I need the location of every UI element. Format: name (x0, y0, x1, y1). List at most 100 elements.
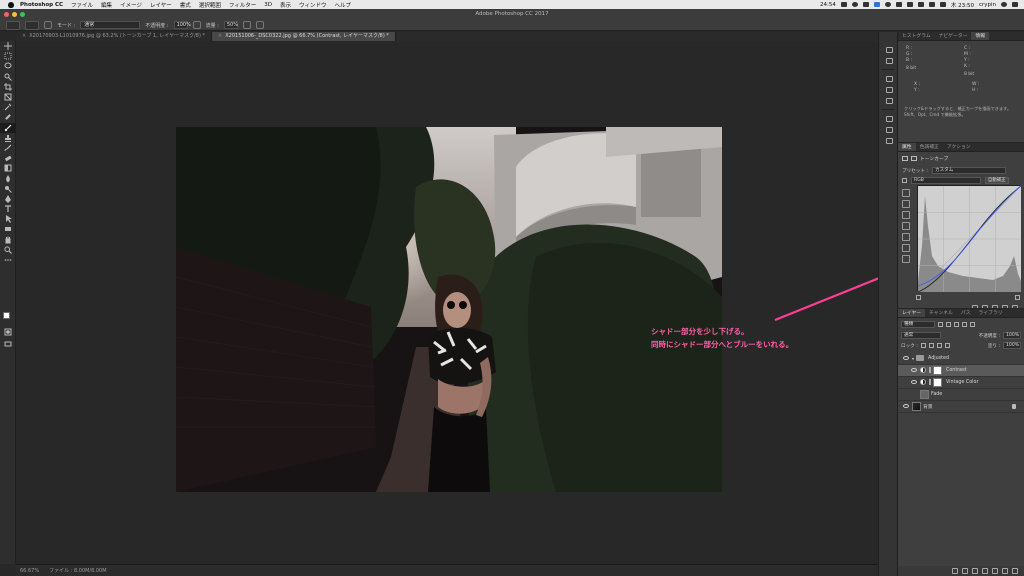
black-slider-icon[interactable] (916, 295, 921, 300)
new-group-icon[interactable] (992, 568, 998, 574)
on-image-adjust-icon[interactable] (902, 189, 910, 197)
mode-select[interactable]: 通常 (80, 21, 141, 29)
foreground-color-swatch[interactable] (3, 312, 10, 319)
doc-tab-2[interactable]: × X20151006-_DSC0322.jpg @ 66.7% (Contra… (212, 32, 396, 41)
history-panel-button[interactable] (879, 44, 899, 55)
target-adjust-icon[interactable] (902, 178, 907, 183)
white-point-eyedropper-icon[interactable] (902, 222, 910, 230)
blur-tool[interactable] (0, 173, 16, 183)
visibility-eye-icon[interactable] (903, 404, 909, 409)
shape-tool[interactable] (0, 224, 16, 234)
filter-shape-icon[interactable] (962, 322, 967, 327)
tool-presets-button[interactable] (879, 84, 899, 95)
auto-button[interactable]: 自動補正 (985, 177, 1009, 184)
gradient-tool[interactable] (0, 163, 16, 173)
character-panel-button[interactable] (879, 113, 899, 124)
tab-adjustments[interactable]: 色調補正 (916, 143, 943, 151)
dropbox-icon[interactable] (873, 2, 880, 7)
pressure-opacity-icon[interactable] (192, 21, 201, 29)
menu-edit[interactable]: 編集 (101, 1, 112, 9)
filter-adjustment-icon[interactable] (946, 322, 951, 327)
eyedropper-tool[interactable] (0, 102, 16, 112)
clone-stamp-tool[interactable] (0, 133, 16, 143)
preset-select[interactable]: カスタム (931, 167, 1006, 174)
pen-tool[interactable] (0, 194, 16, 204)
sync-icon[interactable] (851, 2, 858, 7)
cloud-icon[interactable] (840, 2, 847, 7)
channel-select[interactable]: RGB (911, 177, 981, 184)
notification-center-icon[interactable] (1012, 2, 1018, 7)
quick-mask-button[interactable] (0, 327, 16, 337)
volume-icon[interactable] (917, 2, 924, 7)
eraser-tool[interactable] (0, 153, 16, 163)
close-tab-icon[interactable]: × (218, 32, 222, 41)
frame-tool[interactable] (0, 92, 16, 102)
crop-tool[interactable] (0, 82, 16, 92)
tab-libraries[interactable]: ライブラリ (975, 309, 1007, 317)
layer-mask-thumbnail[interactable] (933, 365, 942, 375)
curves-graph[interactable] (917, 185, 1022, 293)
lock-transparent-icon[interactable] (920, 343, 926, 348)
more-tools[interactable] (0, 255, 16, 265)
visibility-eye-icon[interactable] (911, 392, 917, 396)
bluetooth-icon[interactable] (895, 2, 902, 7)
layer-item-fade[interactable]: Fade (898, 389, 1024, 401)
pressure-size-icon[interactable] (255, 21, 264, 29)
new-layer-icon[interactable] (1002, 568, 1008, 574)
apple-icon[interactable] (8, 1, 14, 8)
battery-icon[interactable] (928, 2, 935, 7)
tab-histogram[interactable]: ヒストグラム (898, 32, 935, 40)
menu-view[interactable]: 表示 (280, 1, 291, 9)
tab-paths[interactable]: パス (957, 309, 975, 317)
glyphs-panel-button[interactable] (879, 135, 899, 146)
filter-type-icon[interactable] (954, 322, 959, 327)
lock-pixels-icon[interactable] (928, 343, 934, 348)
clipping-warning-icon[interactable] (902, 255, 910, 263)
brush-tool[interactable] (0, 122, 16, 133)
clone-source-button[interactable] (879, 95, 899, 106)
layer-item-adjusted[interactable]: ▾ Adjusted (898, 353, 1024, 365)
type-tool[interactable] (0, 204, 16, 214)
blend-mode-select[interactable]: 通常 (901, 332, 941, 339)
menu-app[interactable]: Photoshop CC (20, 2, 63, 8)
spotlight-icon[interactable] (1001, 2, 1007, 7)
menu-window[interactable]: ウィンドウ (299, 1, 327, 9)
swatches-button[interactable] (879, 73, 899, 84)
airbrush-icon[interactable] (242, 21, 251, 29)
draw-curve-icon[interactable] (902, 244, 910, 252)
doc-tab-1[interactable]: × X20170903-L1010976.jpg @ 63.2% (トーンカーブ… (16, 32, 213, 41)
layer-mask-icon[interactable] (911, 156, 917, 161)
fill-field[interactable]: 100% (1003, 342, 1021, 349)
zoom-level[interactable]: 66.67% (20, 568, 39, 574)
flow-field[interactable]: 50% (223, 21, 238, 29)
delete-layer-icon[interactable] (1012, 568, 1018, 574)
edit-points-icon[interactable] (902, 233, 910, 241)
tab-info[interactable]: 情報 (971, 32, 990, 40)
brush-preset-picker[interactable] (25, 20, 39, 30)
menu-type[interactable]: 書式 (180, 1, 191, 9)
white-slider-icon[interactable] (1015, 295, 1020, 300)
tab-navigator[interactable]: ナビゲーター (935, 32, 972, 40)
layer-item-background[interactable]: 背景 (898, 401, 1024, 413)
lock-position-icon[interactable] (936, 343, 942, 348)
visibility-eye-icon[interactable] (911, 380, 917, 385)
clock-icon[interactable] (884, 2, 891, 7)
layer-kind-select[interactable]: 種類 (901, 321, 935, 328)
document-photo[interactable] (176, 127, 722, 492)
menu-file[interactable]: ファイル (71, 1, 93, 9)
history-brush-tool[interactable] (0, 143, 16, 153)
gray-point-eyedropper-icon[interactable] (902, 211, 910, 219)
layer-item-vintage-color[interactable]: Vintage Color (898, 377, 1024, 389)
menubar-user[interactable]: crypin (979, 2, 996, 8)
hand-tool[interactable] (0, 235, 16, 245)
disclosure-triangle-icon[interactable]: ▾ (912, 356, 914, 361)
tab-actions[interactable]: アクション (943, 143, 975, 151)
move-tool[interactable] (0, 41, 16, 51)
quick-select-tool[interactable] (0, 72, 16, 82)
tab-channels[interactable]: チャンネル (925, 309, 957, 317)
menu-help[interactable]: ヘルプ (334, 1, 351, 9)
paragraph-panel-button[interactable] (879, 124, 899, 135)
tab-layers[interactable]: レイヤー (898, 309, 926, 317)
add-mask-icon[interactable] (972, 568, 978, 574)
path-selection-tool[interactable] (0, 214, 16, 224)
